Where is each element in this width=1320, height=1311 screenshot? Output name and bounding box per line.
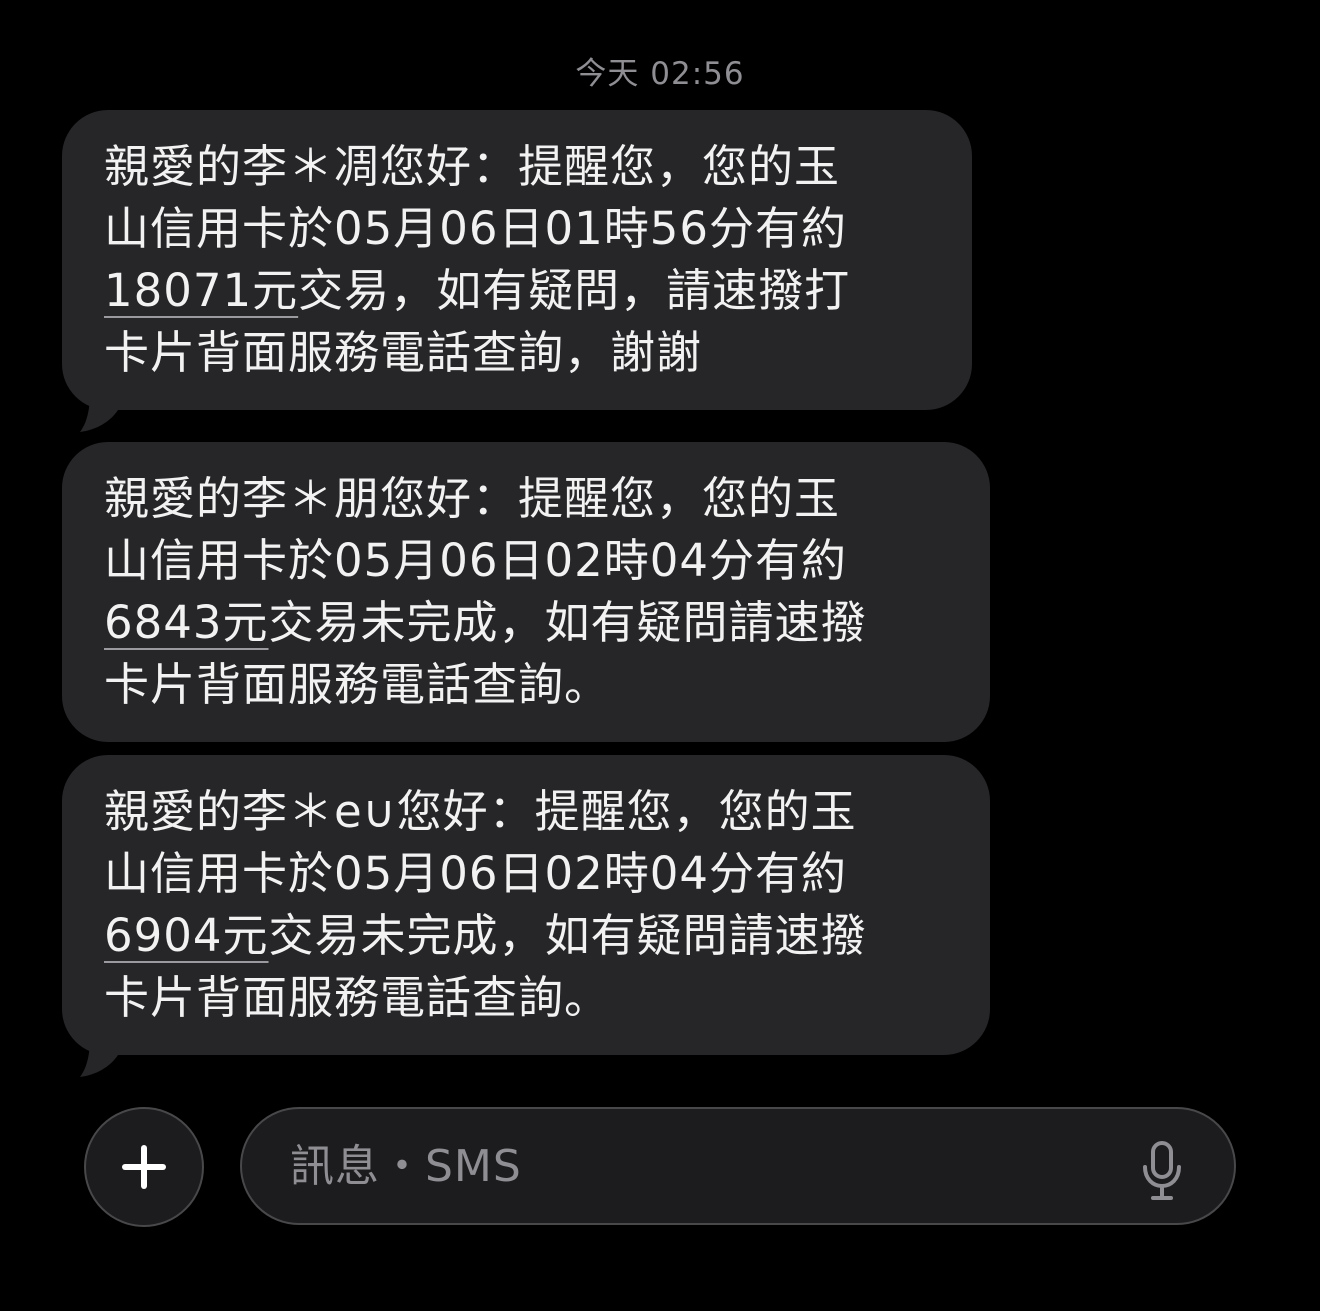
message-bubble[interactable]: 親愛的李＊凋您好：提醒您，您的玉 山信用卡於05月06日01時56分有約 180…	[62, 110, 972, 410]
message-text-line: 6843元交易未完成，如有疑問請速撥	[104, 592, 950, 654]
message-text-line: 6904元交易未完成，如有疑問請速撥	[104, 905, 950, 967]
message-text-line: 親愛的李＊凋您好：提醒您，您的玉	[104, 140, 841, 193]
message-bubble[interactable]: 親愛的李＊e∪您好：提醒您，您的玉 山信用卡於05月06日02時04分有約 69…	[62, 755, 990, 1055]
message-input-placeholder: 訊息・SMS	[290, 1141, 522, 1192]
transaction-amount-link[interactable]: 18071元	[104, 264, 298, 317]
message-text-line: 親愛的李＊e∪您好：提醒您，您的玉	[104, 785, 857, 838]
message-text-line: 卡片背面服務電話查詢。	[104, 971, 611, 1024]
message-bubble[interactable]: 親愛的李＊朋您好：提醒您，您的玉 山信用卡於05月06日02時04分有約 684…	[62, 442, 990, 742]
add-attachment-button[interactable]	[84, 1107, 204, 1227]
message-text-line: 卡片背面服務電話查詢，謝謝	[104, 326, 703, 379]
message-text-line: 山信用卡於05月06日02時04分有約	[104, 847, 848, 900]
message-text-fragment: 交易，如有疑問，請速撥打	[298, 264, 851, 317]
transaction-amount-link[interactable]: 6904元	[104, 909, 269, 962]
message-text-line: 卡片背面服務電話查詢。	[104, 658, 611, 711]
message-text-line: 山信用卡於05月06日01時56分有約	[104, 202, 848, 255]
bubble-tail-icon	[80, 1037, 118, 1077]
message-input-field[interactable]: 訊息・SMS	[240, 1107, 1236, 1225]
bubble-tail-icon	[80, 392, 118, 432]
message-text-fragment: 交易未完成，如有疑問請速撥	[268, 909, 867, 962]
message-text-line: 18071元交易，如有疑問，請速撥打	[104, 260, 932, 322]
plus-icon	[122, 1145, 166, 1189]
transaction-amount-link[interactable]: 6843元	[104, 596, 269, 649]
conversation-timestamp: 今天 02:56	[575, 56, 745, 92]
message-text-fragment: 交易未完成，如有疑問請速撥	[268, 596, 867, 649]
message-text-line: 山信用卡於05月06日02時04分有約	[104, 534, 848, 587]
message-text-line: 親愛的李＊朋您好：提醒您，您的玉	[104, 472, 841, 525]
microphone-icon[interactable]	[1142, 1141, 1182, 1201]
